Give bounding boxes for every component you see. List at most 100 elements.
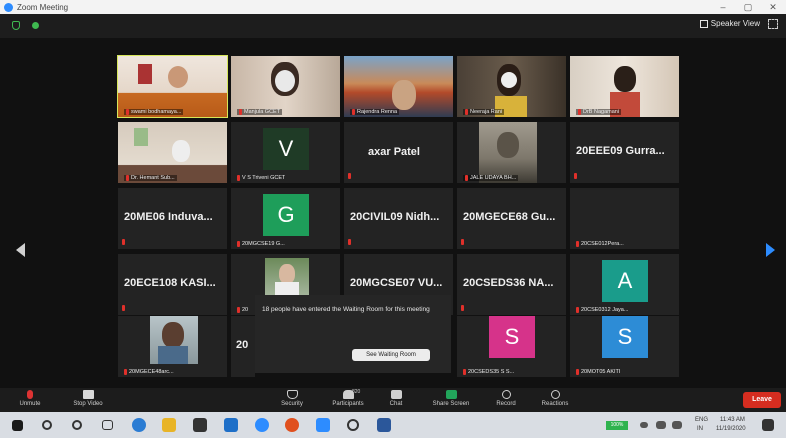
zoom-taskbar-icon[interactable] (255, 418, 269, 432)
zoom-meeting-taskbar-icon[interactable] (316, 418, 330, 432)
muted-mic-icon (578, 109, 581, 115)
clock-date: 11/19/2020 (716, 426, 746, 432)
participant-avatar: A (602, 260, 648, 302)
participant-tile[interactable]: 20CSEDS36 NA... (457, 254, 566, 315)
search-icon[interactable] (42, 420, 52, 430)
participant-name-display: 20MGCSE07 VU... (350, 277, 443, 289)
participant-avatar: S (489, 316, 535, 358)
muted-mic-icon (576, 369, 579, 375)
muted-mic-icon (124, 369, 127, 375)
face-mask (172, 140, 190, 162)
participant-tile[interactable]: DrB Nagamani (570, 56, 679, 117)
notification-center-icon[interactable] (762, 419, 774, 431)
participant-tile[interactable]: G 20MGCSE19 G... (231, 188, 340, 249)
waiting-room-message: 18 people have entered the Waiting Room … (262, 306, 430, 313)
muted-mic-icon (27, 390, 33, 399)
window-title: Zoom Meeting (17, 2, 69, 12)
participant-tile[interactable]: 20ECE108 KASI... (118, 254, 227, 315)
participant-name: Neeraja Rani (463, 109, 505, 115)
muted-mic-icon (237, 175, 240, 181)
share-screen-button[interactable]: Share Screen (427, 388, 475, 412)
network-icon[interactable] (656, 421, 666, 429)
volume-icon[interactable] (672, 421, 682, 429)
participant-tile[interactable]: Dr. Hemant Sub... (118, 122, 227, 183)
participant-name-display: 20CSEDS36 NA... (463, 277, 554, 289)
participant-tile[interactable]: S 20CSEDS35 S S... (457, 316, 566, 377)
participant-name: Manjula GCET (237, 109, 283, 115)
battery-indicator[interactable]: 100% (606, 421, 628, 430)
close-button[interactable]: ✕ (762, 0, 784, 14)
participant-tile[interactable]: 20ME06 Induva... (118, 188, 227, 249)
muted-mic-icon (237, 241, 240, 247)
muted-mic-icon (237, 307, 240, 313)
mail-icon[interactable] (224, 418, 238, 432)
file-explorer-icon[interactable] (162, 418, 176, 432)
stop-video-button[interactable]: Stop Video (64, 388, 112, 412)
speaker-view-button[interactable]: Speaker View (699, 19, 760, 28)
participant-name-display: 20ME06 Induva... (124, 211, 213, 223)
participant-name: swami bodhamaya... (124, 109, 184, 115)
record-icon (501, 390, 511, 399)
shield-icon (286, 390, 298, 399)
see-waiting-room-button[interactable]: See Waiting Room (352, 349, 430, 361)
tray-chevron-icon[interactable] (640, 422, 648, 428)
fullscreen-icon[interactable] (768, 19, 778, 29)
participant-tile[interactable]: 20MGECE68 Gu... (457, 188, 566, 249)
windows-start-icon[interactable] (12, 420, 23, 431)
participant-tile[interactable]: 20MGECE48arc... (118, 316, 227, 377)
reactions-button[interactable]: Reactions (531, 388, 579, 412)
participant-tile[interactable]: Manjula GCET (231, 56, 340, 117)
participant-tile[interactable]: axar Patel (344, 122, 453, 183)
next-page-arrow-icon[interactable] (766, 243, 775, 257)
muted-mic-icon (126, 175, 129, 181)
unmute-button[interactable]: Unmute (6, 388, 54, 412)
participant-shirt (158, 346, 188, 364)
clock-time[interactable]: 11:43 AM (720, 417, 745, 423)
muted-mic-icon (239, 109, 242, 115)
encryption-shield-icon[interactable] (12, 21, 20, 30)
participant-face (162, 322, 184, 348)
participant-face (279, 264, 295, 284)
previous-page-arrow-icon[interactable] (16, 243, 25, 257)
language-indicator[interactable]: ENG (695, 417, 708, 423)
participant-tile[interactable]: 20CSE012Pera... (570, 188, 679, 249)
chat-icon (390, 390, 402, 399)
participant-tile[interactable]: A 20CSE0312 Jaya... (570, 254, 679, 315)
zoom-window: Zoom Meeting – ▢ ✕ Speaker View swami bo… (0, 0, 786, 438)
participant-tile[interactable]: V V S Triveni GCET (231, 122, 340, 183)
meeting-top-bar: Speaker View (0, 14, 786, 38)
chrome-icon[interactable] (285, 418, 299, 432)
store-icon[interactable] (193, 418, 207, 432)
participant-tile[interactable]: Neeraja Rani (457, 56, 566, 117)
chat-button[interactable]: Chat (372, 388, 420, 412)
participant-name: Dr. Hemant Sub... (124, 175, 177, 181)
participant-tile[interactable]: 20 (231, 316, 255, 377)
participant-tile[interactable]: 20EEE09 Gurra... (570, 122, 679, 183)
settings-gear-icon[interactable] (347, 419, 359, 431)
participant-name: 20MGECE48arc... (124, 369, 174, 375)
muted-mic-icon (352, 109, 355, 115)
participant-tile[interactable]: JALE UDAYA BH... (457, 122, 566, 183)
participant-name-display: 20MGECE68 Gu... (463, 211, 556, 223)
cortana-icon[interactable] (72, 420, 82, 430)
participant-tile[interactable]: S 20MOT05 AKITI (570, 316, 679, 377)
participant-tile[interactable]: swami bodhamaya... (117, 55, 228, 118)
participants-button[interactable]: 820 Participants (322, 388, 374, 412)
edge-browser-icon[interactable] (132, 418, 146, 432)
word-icon[interactable] (377, 418, 391, 432)
meeting-info-icon[interactable] (32, 22, 39, 29)
wall-picture (138, 64, 152, 84)
muted-mic-icon (348, 173, 351, 179)
maximize-button[interactable]: ▢ (737, 0, 759, 14)
share-screen-icon (445, 390, 457, 399)
participant-tile[interactable]: 20CIVIL09 Nidh... (344, 188, 453, 249)
leave-button[interactable]: Leave (743, 392, 781, 408)
task-view-icon[interactable] (102, 420, 113, 430)
participant-tile[interactable]: Rajendra Renna (344, 56, 453, 117)
minimize-button[interactable]: – (712, 0, 734, 14)
security-button[interactable]: Security (268, 388, 316, 412)
video-gallery: swami bodhamaya... Manjula GCET Rajendra… (0, 38, 786, 388)
record-button[interactable]: Record (482, 388, 530, 412)
wall-picture (134, 128, 148, 146)
muted-mic-icon (122, 305, 125, 311)
